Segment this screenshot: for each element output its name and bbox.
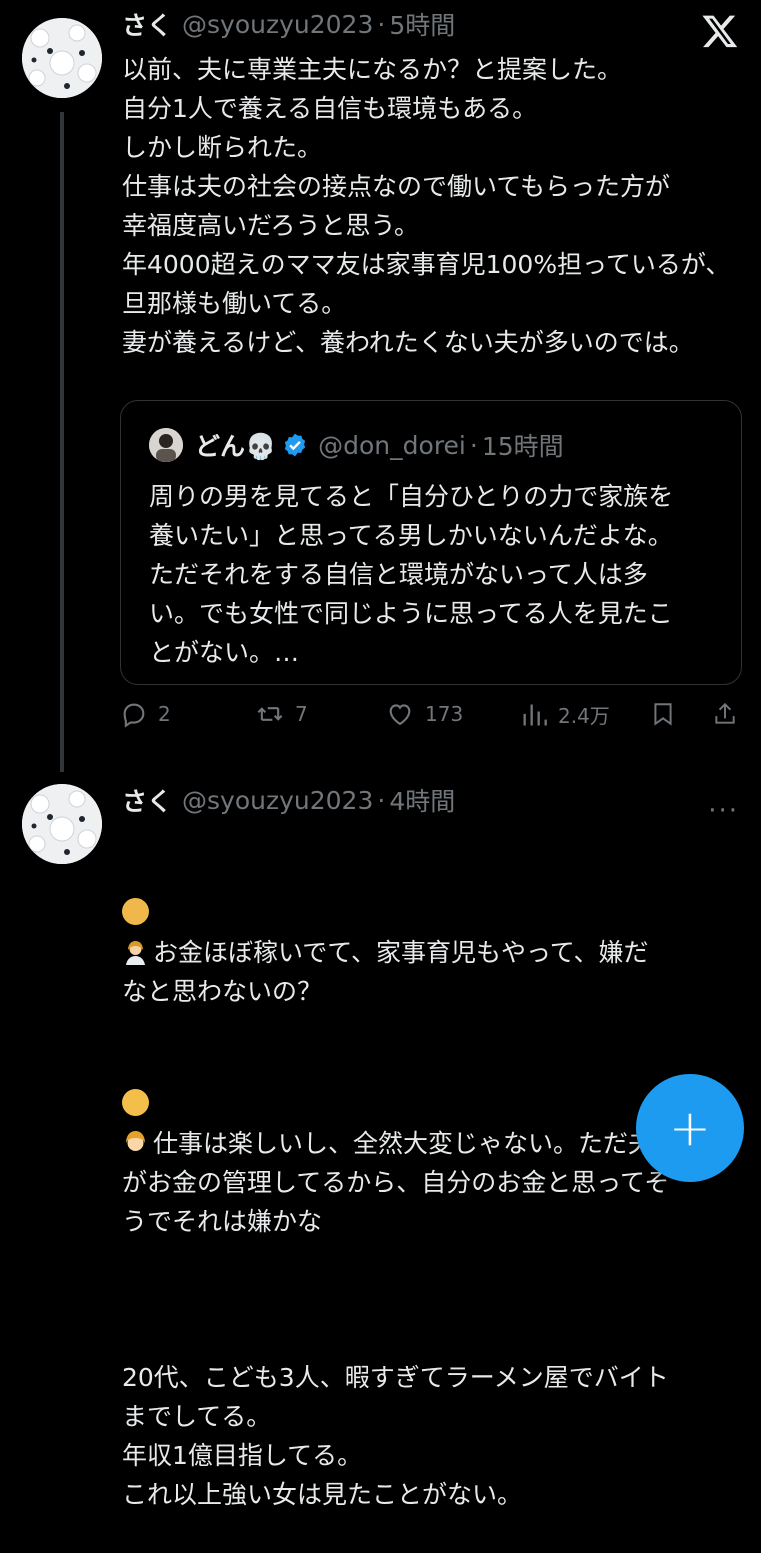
thread-line <box>60 112 64 772</box>
quoted-timestamp[interactable]: 15時間 <box>482 427 564 463</box>
reply-icon <box>123 703 145 728</box>
share-icon <box>715 702 735 724</box>
tweet-header: さく @syouzyu2023 · 5時間 <box>122 4 455 44</box>
dialog-line-1-text: お金ほぼ稼いでて、家事育児もやって、嫌だ なと思わないの？ <box>122 938 649 1006</box>
like-count: 173 <box>425 702 464 726</box>
retweet-count: 7 <box>295 702 308 726</box>
woman-office-worker-emoji <box>122 898 149 965</box>
timestamp[interactable]: 4時間 <box>389 782 455 818</box>
quoted-separator-dot: · <box>469 430 478 460</box>
woman-emoji <box>122 1089 149 1151</box>
avatar[interactable] <box>22 18 102 98</box>
avatar[interactable] <box>22 784 102 864</box>
dialog-line-1: お金ほぼ稼いでて、家事育児もやって、嫌だ なと思わないの？ <box>122 859 732 1011</box>
quoted-tweet[interactable]: どん💀 @don_dorei · 15時間 周りの男を見てると「自分ひとりの力で… <box>120 400 742 685</box>
compose-button[interactable]: + <box>636 1074 744 1182</box>
tweet-text-paragraph: 20代、こども3人、暇すぎてラーメン屋でバイト までしてる。 年収1億目指してる… <box>122 1363 669 1509</box>
user-handle[interactable]: @syouzyu2023 <box>182 10 373 39</box>
like-button[interactable]: 173 <box>385 700 463 728</box>
share-button[interactable] <box>712 700 748 728</box>
compose-plus-icon: + <box>669 1099 711 1157</box>
retweet-icon <box>257 707 283 721</box>
analytics-icon <box>523 704 547 725</box>
reply-button[interactable]: 2 <box>120 700 171 728</box>
reply-count: 2 <box>158 702 171 726</box>
verified-badge-icon <box>284 433 306 457</box>
bookmark-button[interactable] <box>650 700 686 728</box>
retweet-button[interactable]: 7 <box>255 700 308 728</box>
dialog-line-2-text: 仕事は楽しいし、全然大変じゃない。ただ夫 がお金の管理してるから、自分のお金と思… <box>122 1129 670 1236</box>
tweet-text: 以前、夫に専業主夫になるか？と提案した。 自分1人で養える自信も環境もある。 し… <box>122 55 731 357</box>
tweet-text: お金ほぼ稼いでて、家事育児もやって、嫌だ なと思わないの？ 仕事は楽しいし、全然… <box>122 820 732 1553</box>
tweet-1[interactable]: さく @syouzyu2023 · 5時間 以前、夫に専業主夫になるか？と提案し… <box>0 0 761 772</box>
quoted-handle[interactable]: @don_dorei <box>318 431 466 460</box>
separator-dot: · <box>377 785 386 815</box>
quoted-tweet-text: 周りの男を見てると「自分ひとりの力で家族を 養いたい」と思ってる男しかいないんだ… <box>149 482 674 667</box>
views-count: 2.4万 <box>558 704 610 728</box>
separator-dot: · <box>377 9 386 39</box>
tweet-actions: 2 7 173 2.4万 <box>120 700 742 740</box>
bookmark-icon <box>654 703 672 726</box>
quoted-avatar[interactable] <box>149 428 183 462</box>
views-button[interactable]: 2.4万 <box>520 700 610 729</box>
timestamp[interactable]: 5時間 <box>389 6 455 42</box>
display-name[interactable]: さく <box>122 6 172 42</box>
x-logo-icon <box>702 15 738 48</box>
heart-icon <box>389 704 411 726</box>
tweet-header: さく @syouzyu2023 · 4時間 <box>122 780 455 820</box>
quoted-display-name[interactable]: どん💀 <box>195 427 276 463</box>
user-handle[interactable]: @syouzyu2023 <box>182 786 373 815</box>
display-name[interactable]: さく <box>122 782 172 818</box>
quoted-tweet-header: どん💀 @don_dorei · 15時間 <box>149 423 564 467</box>
